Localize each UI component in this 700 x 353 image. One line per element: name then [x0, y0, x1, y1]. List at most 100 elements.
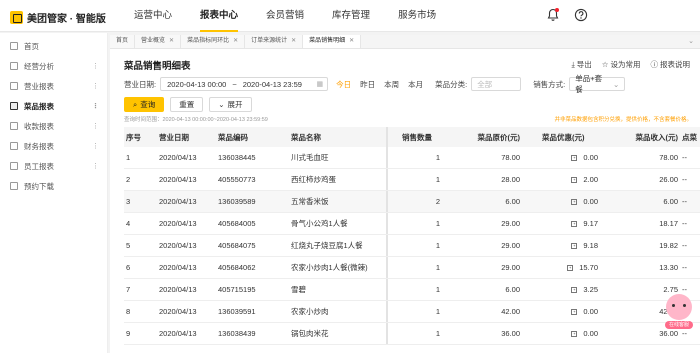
category-label: 菜品分类: — [435, 79, 468, 89]
sidebar-item-dish-report[interactable]: 菜品报表 ⋮ — [0, 96, 107, 116]
tab-home[interactable]: 首页 — [110, 35, 136, 48]
date-start: 2020-04-13 00:00 — [167, 79, 227, 89]
date-range-picker[interactable]: 2020-04-13 00:00 ~ 2020-04-13 23:59 ▦ — [160, 77, 329, 91]
sale-mode-label: 销售方式: — [533, 79, 566, 89]
topnav-ops-center[interactable]: 运营中心 — [120, 0, 186, 32]
topnav-inventory[interactable]: 库存管理 — [318, 0, 384, 32]
sidebar: 首页 经营分析 ⋮ 营业报表 ⋮ 菜品报表 ⋮ 收款报表 ⋮ 财务报表 ⋮ 员工报表 ⋮ 预… — [0, 33, 108, 353]
discount-detail-icon[interactable]: + — [571, 287, 578, 294]
logo-text: 美团管家 · 智能版 — [27, 14, 106, 25]
chevron-down-icon: ⌄ — [218, 100, 225, 109]
table-row[interactable]: 1 2020/04/13 136038445 川式毛血旺 1 78.00 +0.00 78.0… — [124, 147, 700, 169]
tab-dish-sales-detail[interactable]: 菜品销售明细 ✕ — [303, 35, 362, 48]
main-panel: 首页 营业概览 ✕ 菜品指标同环比 ✕ 订单来源统计 ✕ 菜品销售明细 ✕ ⌄ 菜品销售… — [110, 35, 700, 353]
tab-order-source[interactable]: 订单来源统计 ✕ — [245, 35, 304, 48]
date-sep: ~ — [232, 79, 237, 89]
sale-mode-select[interactable]: 单品+套餐 ⌄ — [569, 74, 626, 94]
report-icon — [10, 82, 18, 90]
download-icon — [10, 182, 18, 190]
info-icon: ⓘ — [650, 60, 659, 69]
discount-detail-icon[interactable]: + — [571, 243, 578, 250]
table-row[interactable]: 7 2020/04/13 405715195 雪碧 1 6.00 +3.25 2.75 -- — [124, 279, 700, 301]
table-row[interactable]: 4 2020/04/13 405684005 骨气小公鸡1人餐 1 29.00 +9.17 1… — [124, 213, 700, 235]
more-icon: ⋮ — [92, 163, 99, 170]
expand-button[interactable]: ⌄ 展开 — [209, 97, 252, 112]
discount-detail-icon[interactable]: + — [571, 331, 578, 338]
query-button[interactable]: ⌕ 查询 — [124, 97, 165, 112]
query-time-range: 查询时间范围：2020-04-13 00:00:00~2020-04-13 23… — [124, 117, 268, 123]
search-icon: ⌕ — [133, 99, 138, 109]
table-row[interactable]: 2 2020/04/13 405550773 西红柿炒鸡蛋 1 28.00 +2.00 26.… — [124, 169, 700, 191]
table-header: 序号 营业日期 菜品编码 菜品名称 销售数量 菜品原价(元) 菜品优惠(元) 菜… — [124, 127, 700, 147]
discount-detail-icon[interactable]: + — [567, 265, 574, 272]
quick-today[interactable]: 今日 — [336, 79, 351, 90]
more-icon: ⋮ — [92, 63, 99, 70]
bell-icon[interactable] — [546, 8, 560, 22]
dish-icon — [10, 102, 18, 110]
tab-sales-overview[interactable]: 营业概览 ✕ — [135, 35, 182, 48]
close-icon[interactable]: ✕ — [233, 35, 238, 48]
quick-yesterday[interactable]: 昨日 — [360, 79, 375, 90]
chevron-down-icon: ⌄ — [612, 79, 620, 89]
sidebar-item-sales-report[interactable]: 营业报表 ⋮ — [0, 76, 107, 96]
mascot-icon — [666, 294, 692, 320]
tab-dish-yoy[interactable]: 菜品指标同环比 ✕ — [181, 35, 246, 48]
date-end: 2020-04-13 23:59 — [242, 79, 302, 89]
date-label: 营业日期: — [124, 79, 157, 89]
close-icon[interactable]: ✕ — [169, 35, 174, 48]
page-title: 菜品销售明细表 — [124, 61, 191, 72]
analysis-icon — [10, 62, 18, 70]
set-common-button[interactable]: ☆ 设为常用 — [602, 59, 641, 70]
app-logo[interactable]: 美团管家 · 智能版 — [10, 10, 106, 25]
discount-detail-icon[interactable]: + — [571, 221, 578, 228]
reset-button[interactable]: 重置 — [170, 97, 204, 112]
quick-this-month[interactable]: 本月 — [408, 79, 423, 90]
filter-bar: 营业日期: 2020-04-13 00:00 ~ 2020-04-13 23:5… — [124, 74, 694, 94]
help-icon[interactable] — [574, 8, 588, 24]
discount-detail-icon[interactable]: + — [571, 309, 578, 316]
close-icon[interactable]: ✕ — [349, 35, 354, 48]
star-icon: ☆ — [601, 60, 609, 69]
more-icon: ⋮ — [92, 143, 99, 150]
calendar-icon: ▦ — [316, 81, 324, 88]
logo-icon — [10, 11, 23, 24]
quick-this-week[interactable]: 本周 — [384, 79, 399, 90]
sidebar-item-business-analysis[interactable]: 经营分析 ⋮ — [0, 56, 107, 76]
table-row[interactable]: 6 2020/04/13 405684062 农家小炒肉1人餐(微辣) 1 29.00 +1… — [124, 257, 700, 279]
more-icon: ⋮ — [92, 123, 99, 130]
sidebar-item-scheduled-download[interactable]: 预约下载 — [0, 176, 107, 196]
tabs-more-icon[interactable]: ⌄ — [688, 37, 694, 45]
export-icon: ⤓ — [571, 60, 575, 69]
topnav-member-marketing[interactable]: 会员营销 — [252, 0, 318, 32]
top-bar: 美团管家 · 智能版 运营中心 报表中心 会员营销 库存管理 服务市场 — [0, 0, 700, 32]
export-button[interactable]: ⤓ 导出 — [571, 59, 591, 70]
top-nav: 运营中心 报表中心 会员营销 库存管理 服务市场 — [120, 0, 450, 32]
home-icon — [10, 42, 18, 50]
sidebar-item-home[interactable]: 首页 — [0, 36, 107, 56]
discount-detail-icon[interactable]: + — [571, 155, 578, 162]
sidebar-item-staff-report[interactable]: 员工报表 ⋮ — [0, 156, 107, 176]
topnav-service-market[interactable]: 服务市场 — [384, 0, 450, 32]
close-icon[interactable]: ✕ — [291, 35, 296, 48]
quick-date-options: 今日 昨日 本周 本月 — [336, 79, 423, 90]
payment-icon — [10, 122, 18, 130]
tab-bar: 首页 营业概览 ✕ 菜品指标同环比 ✕ 订单来源统计 ✕ 菜品销售明细 ✕ ⌄ — [110, 35, 700, 49]
more-icon: ⋮ — [92, 103, 99, 110]
online-support-widget[interactable]: 在线客服 — [665, 294, 693, 334]
topnav-report-center[interactable]: 报表中心 — [186, 0, 252, 32]
table-row[interactable]: 9 2020/04/13 136038439 锅包肉米花 1 36.00 +0.00 36.0… — [124, 323, 700, 345]
category-select[interactable]: 全部 — [471, 77, 522, 91]
sidebar-item-finance-report[interactable]: 财务报表 ⋮ — [0, 136, 107, 156]
sidebar-item-payment-report[interactable]: 收款报表 ⋮ — [0, 116, 107, 136]
table-row[interactable]: 82020/04/13136039591农家小炒肉142.00+0.0042.0… — [124, 301, 700, 323]
column-divider[interactable] — [386, 127, 388, 147]
sales-table: 序号 营业日期 菜品编码 菜品名称 销售数量 菜品原价(元) 菜品优惠(元) 菜… — [124, 127, 700, 353]
report-help-button[interactable]: ⓘ 报表说明 — [651, 59, 691, 70]
more-icon: ⋮ — [92, 83, 99, 90]
discount-detail-icon[interactable]: + — [571, 199, 578, 206]
discount-detail-icon[interactable]: + — [571, 177, 578, 184]
online-support-label: 在线客服 — [665, 321, 693, 329]
table-row[interactable]: 5 2020/04/13 405684075 红烧丸子烧豆腐1人餐 1 29.00 +9.1… — [124, 235, 700, 257]
page-actions: ⤓ 导出 ☆ 设为常用 ⓘ 报表说明 — [571, 59, 690, 70]
table-row[interactable]: 3 2020/04/13 136039589 五常香米饭 2 6.00 +0.00 6.00-… — [124, 191, 700, 213]
